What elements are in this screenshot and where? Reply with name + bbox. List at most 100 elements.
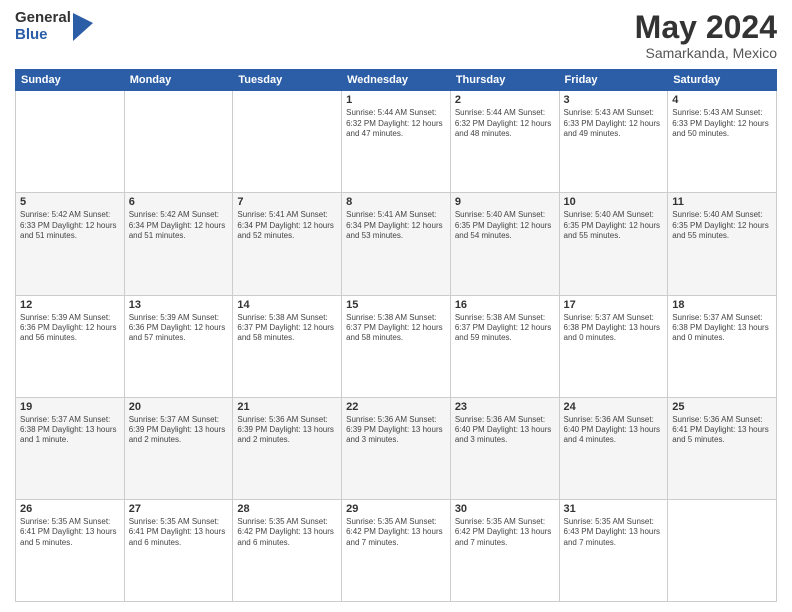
- day-number: 19: [20, 401, 120, 413]
- day-number: 3: [564, 94, 664, 106]
- day-info: Sunrise: 5:37 AM Sunset: 6:38 PM Dayligh…: [564, 313, 664, 344]
- day-number: 13: [129, 299, 229, 311]
- calendar-week-row: 26Sunrise: 5:35 AM Sunset: 6:41 PM Dayli…: [16, 499, 777, 601]
- day-number: 20: [129, 401, 229, 413]
- calendar-cell: 9 Sunrise: 5:40 AM Sunset: 6:35 PM Daylig…: [450, 193, 559, 295]
- calendar-cell: 8 Sunrise: 5:41 AM Sunset: 6:34 PM Daylig…: [342, 193, 451, 295]
- calendar-cell: 10 Sunrise: 5:40 AM Sunset: 6:35 PM Dayli…: [559, 193, 668, 295]
- day-number: 22: [346, 401, 446, 413]
- header-monday: Monday: [124, 70, 233, 91]
- logo: General Blue: [15, 10, 93, 43]
- day-number: 2: [455, 94, 555, 106]
- day-info: Sunrise: 5:39 AM Sunset: 6:36 PM Dayligh…: [20, 313, 120, 344]
- day-info: Sunrise: 5:35 AM Sunset: 6:43 PM Dayligh…: [564, 517, 664, 548]
- calendar-cell: 17 Sunrise: 5:37 AM Sunset: 6:38 PM Dayli…: [559, 295, 668, 397]
- day-info: Sunrise: 5:36 AM Sunset: 6:40 PM Dayligh…: [564, 415, 664, 446]
- logo-icon: [73, 13, 93, 41]
- day-info: Sunrise: 5:35 AM Sunset: 6:42 PM Dayligh…: [455, 517, 555, 548]
- day-number: 5: [20, 196, 120, 208]
- day-info: Sunrise: 5:40 AM Sunset: 6:35 PM Dayligh…: [564, 210, 664, 241]
- day-info: Sunrise: 5:42 AM Sunset: 6:33 PM Dayligh…: [20, 210, 120, 241]
- day-info: Sunrise: 5:35 AM Sunset: 6:42 PM Dayligh…: [346, 517, 446, 548]
- day-info: Sunrise: 5:42 AM Sunset: 6:34 PM Dayligh…: [129, 210, 229, 241]
- day-number: 16: [455, 299, 555, 311]
- day-info: Sunrise: 5:40 AM Sunset: 6:35 PM Dayligh…: [672, 210, 772, 241]
- header-thursday: Thursday: [450, 70, 559, 91]
- day-number: 17: [564, 299, 664, 311]
- day-number: 29: [346, 503, 446, 515]
- calendar-cell: 16 Sunrise: 5:38 AM Sunset: 6:37 PM Dayli…: [450, 295, 559, 397]
- calendar-cell: 13 Sunrise: 5:39 AM Sunset: 6:36 PM Dayli…: [124, 295, 233, 397]
- day-info: Sunrise: 5:43 AM Sunset: 6:33 PM Dayligh…: [672, 108, 772, 139]
- calendar-cell: 29 Sunrise: 5:35 AM Sunset: 6:42 PM Dayli…: [342, 499, 451, 601]
- day-info: Sunrise: 5:44 AM Sunset: 6:32 PM Dayligh…: [455, 108, 555, 139]
- calendar-page: General Blue May 2024 Samarkanda, Mexico…: [0, 0, 792, 612]
- day-info: Sunrise: 5:36 AM Sunset: 6:39 PM Dayligh…: [346, 415, 446, 446]
- day-number: 8: [346, 196, 446, 208]
- calendar-cell: [233, 91, 342, 193]
- logo-general: General: [15, 10, 71, 27]
- calendar-cell: 1Sunrise: 5:44 AM Sunset: 6:32 PM Daylig…: [342, 91, 451, 193]
- day-number: 25: [672, 401, 772, 413]
- day-number: 10: [564, 196, 664, 208]
- calendar-cell: 21 Sunrise: 5:36 AM Sunset: 6:39 PM Dayli…: [233, 397, 342, 499]
- calendar-cell: 30Sunrise: 5:35 AM Sunset: 6:42 PM Dayli…: [450, 499, 559, 601]
- day-info: Sunrise: 5:37 AM Sunset: 6:38 PM Dayligh…: [20, 415, 120, 446]
- header-wednesday: Wednesday: [342, 70, 451, 91]
- day-number: 14: [237, 299, 337, 311]
- day-number: 7: [237, 196, 337, 208]
- day-number: 24: [564, 401, 664, 413]
- day-number: 15: [346, 299, 446, 311]
- calendar-cell: 14 Sunrise: 5:38 AM Sunset: 6:37 PM Dayli…: [233, 295, 342, 397]
- day-number: 18: [672, 299, 772, 311]
- calendar-cell: 20 Sunrise: 5:37 AM Sunset: 6:39 PM Dayli…: [124, 397, 233, 499]
- calendar-cell: [668, 499, 777, 601]
- day-info: Sunrise: 5:38 AM Sunset: 6:37 PM Dayligh…: [346, 313, 446, 344]
- day-number: 9: [455, 196, 555, 208]
- day-info: Sunrise: 5:37 AM Sunset: 6:39 PM Dayligh…: [129, 415, 229, 446]
- header-sunday: Sunday: [16, 70, 125, 91]
- calendar-week-row: 19 Sunrise: 5:37 AM Sunset: 6:38 PM Dayli…: [16, 397, 777, 499]
- day-info: Sunrise: 5:35 AM Sunset: 6:42 PM Dayligh…: [237, 517, 337, 548]
- calendar-cell: 6Sunrise: 5:42 AM Sunset: 6:34 PM Daylig…: [124, 193, 233, 295]
- calendar-table: Sunday Monday Tuesday Wednesday Thursday…: [15, 69, 777, 602]
- day-info: Sunrise: 5:38 AM Sunset: 6:37 PM Dayligh…: [237, 313, 337, 344]
- header-friday: Friday: [559, 70, 668, 91]
- day-info: Sunrise: 5:38 AM Sunset: 6:37 PM Dayligh…: [455, 313, 555, 344]
- day-info: Sunrise: 5:35 AM Sunset: 6:41 PM Dayligh…: [20, 517, 120, 548]
- day-info: Sunrise: 5:39 AM Sunset: 6:36 PM Dayligh…: [129, 313, 229, 344]
- calendar-cell: [124, 91, 233, 193]
- calendar-cell: 27Sunrise: 5:35 AM Sunset: 6:41 PM Dayli…: [124, 499, 233, 601]
- calendar-cell: 15 Sunrise: 5:38 AM Sunset: 6:37 PM Dayli…: [342, 295, 451, 397]
- day-number: 23: [455, 401, 555, 413]
- calendar-week-row: 1Sunrise: 5:44 AM Sunset: 6:32 PM Daylig…: [16, 91, 777, 193]
- day-info: Sunrise: 5:44 AM Sunset: 6:32 PM Dayligh…: [346, 108, 446, 139]
- day-number: 11: [672, 196, 772, 208]
- calendar-cell: [16, 91, 125, 193]
- day-info: Sunrise: 5:43 AM Sunset: 6:33 PM Dayligh…: [564, 108, 664, 139]
- calendar-cell: 25 Sunrise: 5:36 AM Sunset: 6:41 PM Dayli…: [668, 397, 777, 499]
- day-info: Sunrise: 5:35 AM Sunset: 6:41 PM Dayligh…: [129, 517, 229, 548]
- day-info: Sunrise: 5:41 AM Sunset: 6:34 PM Dayligh…: [346, 210, 446, 241]
- calendar-cell: 2 Sunrise: 5:44 AM Sunset: 6:32 PM Daylig…: [450, 91, 559, 193]
- calendar-cell: 28 Sunrise: 5:35 AM Sunset: 6:42 PM Dayli…: [233, 499, 342, 601]
- header-row: Sunday Monday Tuesday Wednesday Thursday…: [16, 70, 777, 91]
- day-info: Sunrise: 5:41 AM Sunset: 6:34 PM Dayligh…: [237, 210, 337, 241]
- day-number: 21: [237, 401, 337, 413]
- header-tuesday: Tuesday: [233, 70, 342, 91]
- day-info: Sunrise: 5:36 AM Sunset: 6:39 PM Dayligh…: [237, 415, 337, 446]
- calendar-week-row: 5 Sunrise: 5:42 AM Sunset: 6:33 PM Daylig…: [16, 193, 777, 295]
- calendar-cell: 24 Sunrise: 5:36 AM Sunset: 6:40 PM Dayli…: [559, 397, 668, 499]
- title-block: May 2024 Samarkanda, Mexico: [635, 10, 777, 61]
- calendar-cell: 5 Sunrise: 5:42 AM Sunset: 6:33 PM Daylig…: [16, 193, 125, 295]
- calendar-cell: 26Sunrise: 5:35 AM Sunset: 6:41 PM Dayli…: [16, 499, 125, 601]
- page-header: General Blue May 2024 Samarkanda, Mexico: [15, 10, 777, 61]
- day-info: Sunrise: 5:40 AM Sunset: 6:35 PM Dayligh…: [455, 210, 555, 241]
- day-number: 31: [564, 503, 664, 515]
- calendar-cell: 11 Sunrise: 5:40 AM Sunset: 6:35 PM Dayli…: [668, 193, 777, 295]
- calendar-cell: 18Sunrise: 5:37 AM Sunset: 6:38 PM Dayli…: [668, 295, 777, 397]
- day-number: 28: [237, 503, 337, 515]
- calendar-cell: 19 Sunrise: 5:37 AM Sunset: 6:38 PM Dayli…: [16, 397, 125, 499]
- calendar-cell: 7 Sunrise: 5:41 AM Sunset: 6:34 PM Daylig…: [233, 193, 342, 295]
- day-info: Sunrise: 5:36 AM Sunset: 6:41 PM Dayligh…: [672, 415, 772, 446]
